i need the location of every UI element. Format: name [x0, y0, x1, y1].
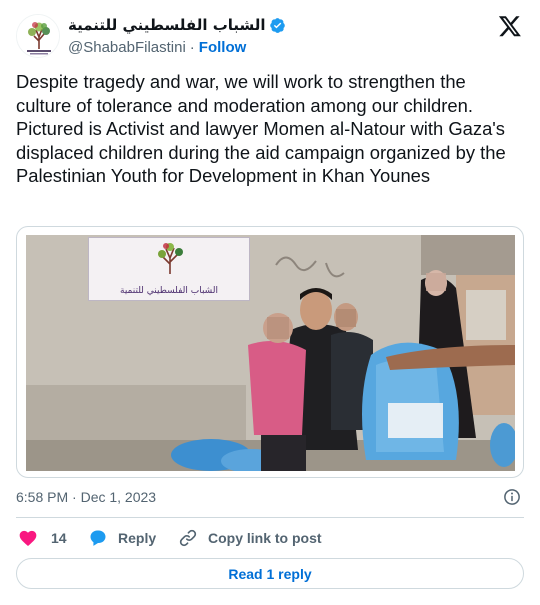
action-bar: 14 Reply Copy link to post — [16, 526, 524, 550]
divider — [16, 517, 524, 518]
handle-row: @ShababFilastini · Follow — [68, 37, 286, 57]
heart-icon — [19, 530, 37, 546]
copy-link-button[interactable]: Copy link to post — [178, 526, 322, 550]
tweet-header: الشباب الفلسطيني للتنمية @ShababFilastin… — [16, 14, 524, 58]
tweet-text: Despite tragedy and war, we will work to… — [16, 71, 506, 187]
avatar[interactable] — [16, 14, 60, 58]
media-photo[interactable]: الشباب الفلسطيني للتنمية — [26, 235, 515, 471]
separator-dot: · — [189, 38, 195, 56]
link-icon — [179, 529, 197, 547]
info-icon[interactable] — [503, 488, 521, 506]
timestamp[interactable]: 6:58 PM · Dec 1, 2023 — [16, 489, 156, 505]
display-name[interactable]: الشباب الفلسطيني للتنمية — [68, 16, 266, 34]
tree-logo-icon — [158, 243, 183, 274]
banner-text: الشباب الفلسطيني للتنمية — [120, 286, 218, 296]
tweet-card: الشباب الفلسطيني للتنمية @ShababFilastin… — [0, 0, 540, 605]
reply-label: Reply — [118, 530, 157, 546]
author-handle[interactable]: @ShababFilastini — [68, 39, 186, 56]
reply-bubble-icon — [90, 530, 106, 546]
x-logo-icon[interactable] — [498, 14, 522, 38]
copy-link-label: Copy link to post — [208, 530, 322, 546]
reply-button[interactable]: Reply — [88, 526, 156, 550]
author-names: الشباب الفلسطيني للتنمية @ShababFilastin… — [68, 15, 286, 57]
display-name-row: الشباب الفلسطيني للتنمية — [68, 15, 286, 35]
like-count: 14 — [51, 530, 67, 546]
read-replies-label: Read 1 reply — [228, 565, 312, 582]
timestamp-row: 6:58 PM · Dec 1, 2023 — [16, 487, 524, 507]
organization-banner: الشباب الفلسطيني للتنمية — [88, 237, 250, 301]
verified-badge-icon — [269, 17, 285, 33]
tweet-media[interactable]: الشباب الفلسطيني للتنمية — [16, 226, 524, 478]
like-button[interactable]: 14 — [18, 526, 67, 550]
follow-button[interactable]: Follow — [199, 39, 247, 56]
read-replies-button[interactable]: Read 1 reply — [16, 558, 524, 589]
tree-logo-icon — [17, 15, 59, 57]
